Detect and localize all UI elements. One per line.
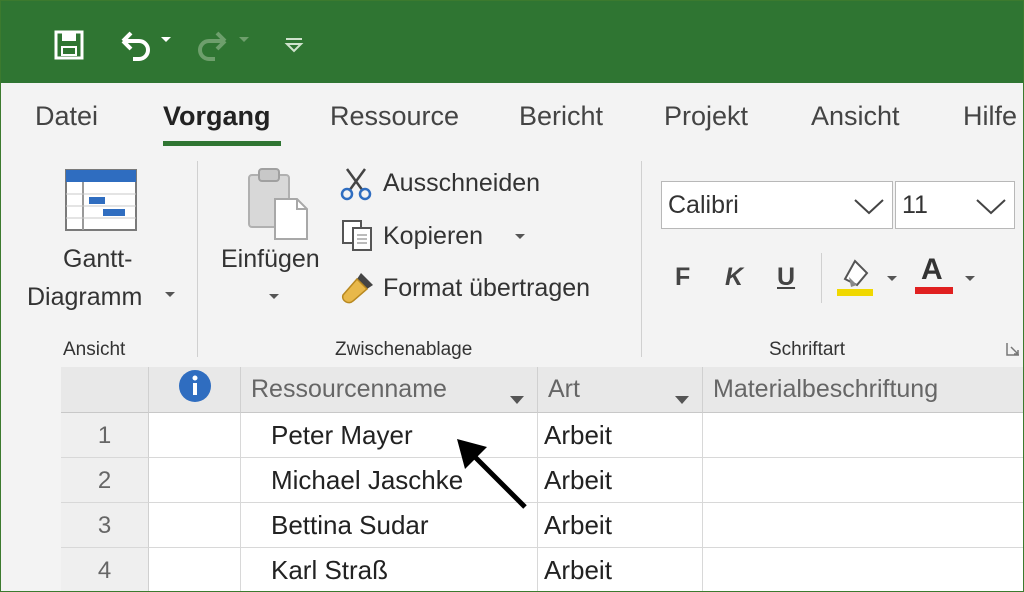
active-tab-indicator: [163, 141, 281, 146]
indicator-cell[interactable]: [149, 503, 241, 548]
row-number[interactable]: 3: [61, 503, 149, 548]
group-label-ansicht: Ansicht: [63, 339, 126, 360]
chevron-down-icon: [852, 194, 886, 225]
material-label-cell[interactable]: [703, 458, 1023, 503]
indicator-cell[interactable]: [149, 413, 241, 458]
annotation-arrow-icon: [453, 433, 533, 518]
indicator-cell[interactable]: [149, 548, 241, 591]
dialog-launcher-icon[interactable]: [1005, 341, 1021, 362]
font-name-dropdown[interactable]: Calibri: [661, 181, 893, 229]
format-painter-icon[interactable]: [339, 271, 375, 310]
divider: [821, 253, 822, 303]
font-color-dropdown-icon[interactable]: [963, 271, 977, 290]
column-header-label: Ressourcenname: [251, 375, 447, 403]
tab-ressource[interactable]: Ressource: [330, 101, 459, 132]
filter-dropdown-icon[interactable]: [509, 384, 525, 412]
tab-projekt[interactable]: Projekt: [664, 101, 748, 132]
application-window: Datei Vorgang Ressource Bericht Projekt …: [0, 0, 1024, 592]
material-label-cell[interactable]: [703, 548, 1023, 591]
chevron-down-icon: [974, 194, 1008, 225]
format-painter-button[interactable]: Format übertragen: [383, 274, 590, 303]
column-header-materialbeschriftung[interactable]: Materialbeschriftung: [703, 367, 1023, 413]
save-icon[interactable]: [53, 27, 85, 63]
ribbon-tabs: Datei Vorgang Ressource Bericht Projekt …: [1, 83, 1023, 147]
resource-name-cell[interactable]: Karl Straß: [241, 548, 538, 591]
underline-button[interactable]: U: [777, 263, 795, 292]
highlight-dropdown-icon[interactable]: [885, 271, 899, 290]
sheet-left-margin: [1, 367, 61, 591]
tab-vorgang[interactable]: Vorgang: [163, 101, 271, 132]
gantt-label-line2[interactable]: Diagramm: [27, 283, 142, 312]
font-size-value: 11: [902, 190, 928, 219]
resource-type-cell[interactable]: Arbeit: [538, 503, 703, 548]
resource-type-cell[interactable]: Arbeit: [538, 548, 703, 591]
tab-bericht[interactable]: Bericht: [519, 101, 603, 132]
font-color-bar: [915, 287, 953, 294]
resource-type-cell[interactable]: Arbeit: [538, 458, 703, 503]
indicator-column-header[interactable]: [149, 367, 241, 413]
font-name-value: Calibri: [668, 190, 739, 219]
font-color-button[interactable]: A: [915, 253, 953, 295]
column-header-ressourcenname[interactable]: Ressourcenname: [241, 367, 538, 413]
tab-ansicht[interactable]: Ansicht: [811, 101, 900, 132]
paste-icon[interactable]: [245, 167, 311, 246]
gantt-dropdown-icon[interactable]: [163, 287, 177, 306]
group-separator: [641, 161, 642, 357]
customize-icon[interactable]: [283, 27, 305, 63]
bold-button[interactable]: F: [675, 263, 690, 292]
copy-dropdown-icon[interactable]: [513, 229, 527, 248]
paste-label[interactable]: Einfügen: [221, 245, 320, 274]
tab-datei[interactable]: Datei: [35, 101, 98, 132]
scissors-icon[interactable]: [339, 167, 373, 206]
font-size-dropdown[interactable]: 11: [895, 181, 1015, 229]
column-header-label: Art: [548, 375, 580, 403]
group-label-schriftart: Schriftart: [769, 339, 846, 360]
tab-hilfe[interactable]: Hilfe: [963, 101, 1017, 132]
group-label-zwischenablage: Zwischenablage: [335, 339, 473, 360]
row-number[interactable]: 2: [61, 458, 149, 503]
column-header-art[interactable]: Art: [538, 367, 703, 413]
row-number[interactable]: 4: [61, 548, 149, 591]
italic-button[interactable]: K: [725, 263, 743, 292]
cut-button[interactable]: Ausschneiden: [383, 169, 540, 198]
material-label-cell[interactable]: [703, 503, 1023, 548]
material-label-cell[interactable]: [703, 413, 1023, 458]
info-icon: [178, 369, 212, 410]
gantt-chart-icon[interactable]: [65, 169, 137, 236]
row-number[interactable]: 1: [61, 413, 149, 458]
resource-type-cell[interactable]: Arbeit: [538, 413, 703, 458]
copy-icon[interactable]: [341, 219, 375, 258]
group-separator: [197, 161, 198, 357]
highlight-color-icon[interactable]: [835, 255, 875, 302]
font-color-letter: A: [921, 253, 943, 286]
select-all-corner[interactable]: [61, 367, 149, 413]
column-header-label: Materialbeschriftung: [713, 375, 939, 403]
indicator-cell[interactable]: [149, 458, 241, 503]
paste-dropdown-icon[interactable]: [267, 289, 281, 308]
undo-icon[interactable]: [115, 27, 171, 63]
gantt-label-line1[interactable]: Gantt-: [63, 245, 132, 274]
redo-icon[interactable]: [195, 27, 257, 63]
filter-dropdown-icon[interactable]: [674, 384, 690, 412]
copy-button[interactable]: Kopieren: [383, 222, 483, 251]
